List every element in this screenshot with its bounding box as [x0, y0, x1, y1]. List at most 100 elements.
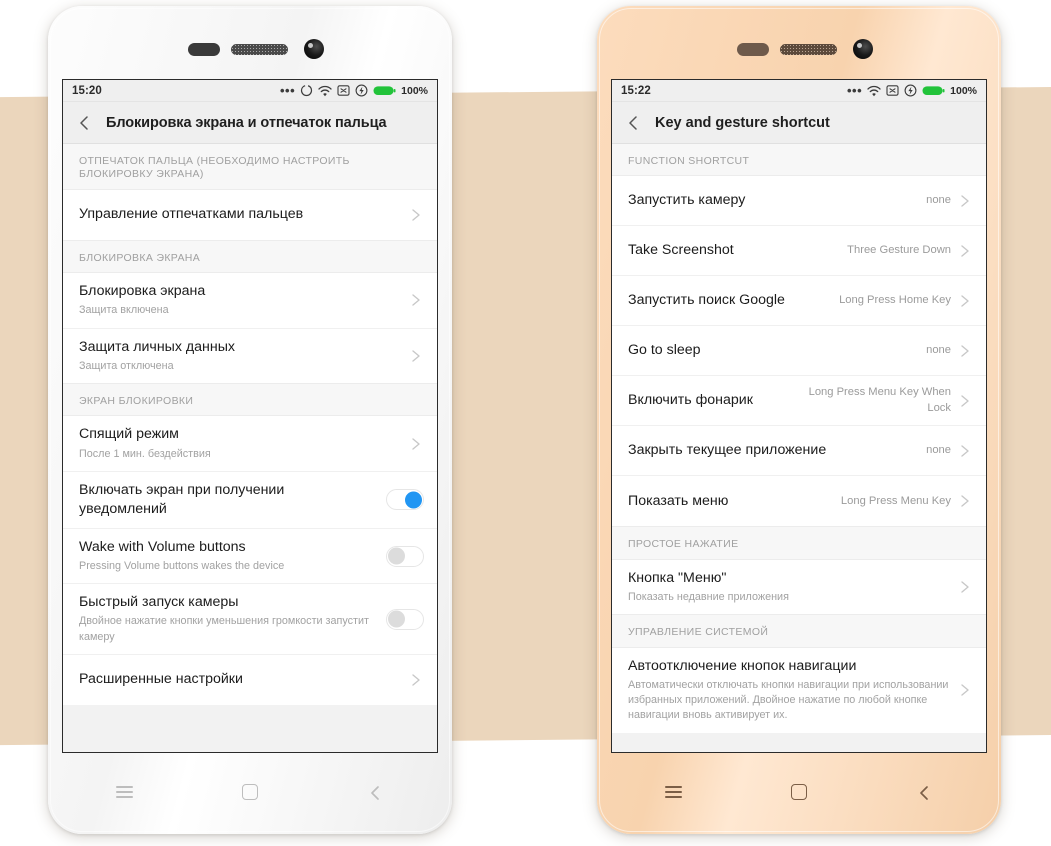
row-title: Управление отпечатками пальцев: [79, 206, 304, 223]
table-row[interactable]: Показать меню Long Press Menu Key: [612, 476, 986, 526]
table-row[interactable]: Защита личных данных Защита отключена: [63, 329, 437, 383]
table-row[interactable]: Закрыть текущее приложение none: [612, 426, 986, 477]
flash-icon: [355, 84, 368, 97]
chevron-right-icon[interactable]: [957, 393, 973, 409]
toggle-knob: [388, 610, 405, 628]
chevron-right-icon[interactable]: [957, 293, 973, 309]
chevron-right-icon[interactable]: [957, 243, 973, 259]
toggle-switch-on[interactable]: [386, 489, 424, 511]
row-content: Take Screenshot: [628, 232, 837, 269]
back-chevron-icon[interactable]: [75, 113, 95, 133]
row-subtitle: Показать недавние приложения: [628, 590, 789, 603]
status-bar: 15:22 ••• 100%: [612, 80, 986, 102]
row-content: Включать экран при получении уведомлений: [79, 472, 376, 528]
battery-percent-label: 100%: [950, 84, 977, 97]
app-bar: Блокировка экрана и отпечаток пальца: [63, 102, 437, 144]
row-subtitle: Двойное нажатие кнопки уменьшения громко…: [79, 615, 369, 643]
status-time: 15:22: [621, 84, 651, 97]
status-icons: ••• 100%: [847, 84, 977, 97]
nav-menu-button[interactable]: [105, 777, 145, 807]
row-content: Wake with Volume buttons Pressing Volume …: [79, 529, 376, 583]
section-header: FUNCTION SHORTCUT: [612, 144, 986, 177]
app-bar: Key and gesture shortcut: [612, 102, 986, 144]
chevron-right-icon[interactable]: [408, 207, 424, 223]
proximity-sensor-icon: [188, 43, 220, 56]
chevron-right-icon[interactable]: [957, 493, 973, 509]
menu-hamburger-icon: [116, 783, 134, 801]
row-title: Wake with Volume buttons: [79, 538, 246, 555]
table-row[interactable]: Включать экран при получении уведомлений: [63, 472, 437, 529]
chevron-right-icon[interactable]: [957, 193, 973, 209]
overflow-dots-icon: •••: [279, 82, 296, 98]
back-chevron-icon[interactable]: [624, 113, 644, 133]
status-bar: 15:20 ••• 100%: [63, 80, 437, 102]
settings-content: FUNCTION SHORTCUT Запустить камеру none Tak…: [612, 144, 986, 752]
row-value: Long Press Home Key: [839, 294, 951, 307]
nav-back-button[interactable]: [355, 777, 395, 807]
row-subtitle: Pressing Volume buttons wakes the device: [79, 559, 285, 572]
chevron-right-icon[interactable]: [408, 348, 424, 364]
left-phone: 15:20 ••• 100% Блокировка экрана и отпечато…: [48, 6, 452, 834]
settings-list: Запустить камеру none Take Screenshot Three…: [612, 176, 986, 527]
nav-back-button[interactable]: [904, 777, 944, 807]
row-content: Блокировка экрана Защита включена: [79, 273, 402, 327]
nav-home-button[interactable]: [230, 777, 270, 807]
settings-list: Спящий режим После 1 мин. бездействия Вклю…: [63, 416, 437, 705]
table-row[interactable]: Блокировка экрана Защита включена: [63, 273, 437, 329]
front-camera-icon: [304, 39, 324, 59]
table-row[interactable]: Запустить камеру none: [612, 176, 986, 227]
row-content: Показать меню: [628, 483, 831, 520]
chevron-right-icon[interactable]: [957, 443, 973, 459]
table-row[interactable]: Быстрый запуск камеры Двойное нажатие кно…: [63, 584, 437, 655]
row-content: Закрыть текущее приложение: [628, 432, 916, 469]
table-row[interactable]: Кнопка "Меню" Показать недавние приложени…: [612, 560, 986, 614]
back-chevron-icon: [920, 786, 929, 800]
toggle-switch-off[interactable]: [386, 608, 424, 630]
table-row[interactable]: Go to sleep none: [612, 326, 986, 377]
row-content: Расширенные настройки: [79, 661, 402, 698]
row-content: Кнопка "Меню" Показать недавние приложени…: [628, 560, 951, 614]
table-row[interactable]: Запустить поиск Google Long Press Home Ke…: [612, 276, 986, 327]
toggle-switch-off[interactable]: [386, 545, 424, 567]
no-sim-icon: [337, 85, 350, 96]
earpiece-speaker-icon: [231, 44, 288, 55]
nav-home-button[interactable]: [779, 777, 819, 807]
nav-menu-button[interactable]: [654, 777, 694, 807]
row-value: none: [926, 194, 951, 207]
table-row[interactable]: Спящий режим После 1 мин. бездействия: [63, 416, 437, 472]
battery-icon: [373, 85, 396, 95]
back-chevron-icon: [371, 786, 380, 800]
status-icons: ••• 100%: [280, 84, 428, 97]
chevron-right-icon[interactable]: [408, 672, 424, 688]
screenshot-stage: 15:20 ••• 100% Блокировка экрана и отпечато…: [0, 0, 1051, 846]
row-content: Спящий режим После 1 мин. бездействия: [79, 416, 402, 470]
row-value: Long Press Menu Key: [840, 494, 951, 507]
table-row[interactable]: Take Screenshot Three Gesture Down: [612, 226, 986, 277]
navigation-bar: [62, 761, 438, 823]
status-time: 15:20: [72, 84, 102, 97]
chevron-right-icon[interactable]: [957, 682, 973, 698]
table-row[interactable]: Wake with Volume buttons Pressing Volume …: [63, 529, 437, 585]
home-square-icon: [241, 784, 258, 800]
flash-icon: [904, 84, 917, 97]
earpiece-speaker-icon: [780, 44, 837, 55]
settings-list: Блокировка экрана Защита включена Защита л…: [63, 273, 437, 384]
row-content: Go to sleep: [628, 332, 916, 369]
page-title: Блокировка экрана и отпечаток пальца: [106, 114, 387, 131]
row-value: Three Gesture Down: [847, 244, 951, 257]
table-row[interactable]: Управление отпечатками пальцев: [63, 190, 437, 240]
chevron-right-icon[interactable]: [408, 436, 424, 452]
chevron-right-icon[interactable]: [957, 579, 973, 595]
wifi-icon: [318, 85, 332, 97]
chevron-right-icon[interactable]: [957, 343, 973, 359]
front-camera-icon: [853, 39, 873, 59]
overflow-dots-icon: •••: [846, 82, 863, 98]
row-title: Запустить камеру: [628, 192, 746, 209]
row-subtitle: Защита включена: [79, 304, 169, 317]
table-row[interactable]: Расширенные настройки: [63, 655, 437, 705]
chevron-right-icon[interactable]: [408, 292, 424, 308]
table-row[interactable]: Включить фонарик Long Press Menu Key When…: [612, 376, 986, 427]
row-title: Включать экран при получении уведомлений: [79, 481, 285, 517]
table-row[interactable]: Автоотключение кнопок навигации Автоматич…: [612, 648, 986, 733]
proximity-sensor-icon: [737, 43, 769, 56]
